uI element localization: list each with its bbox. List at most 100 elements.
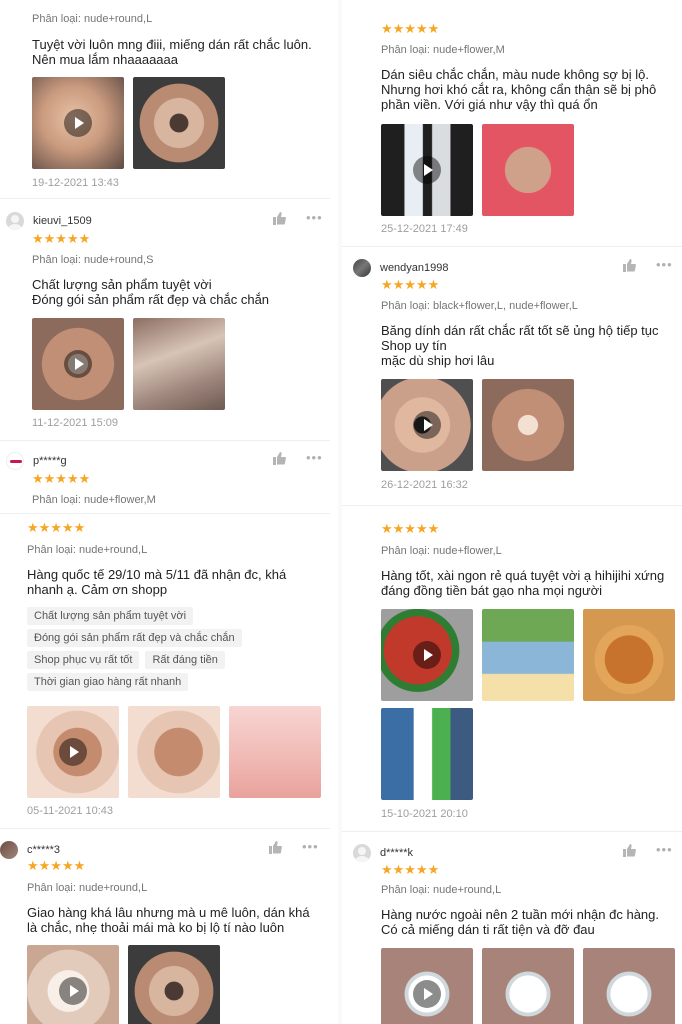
play-icon [64,350,92,378]
review-tag: Thời gian giao hàng rất nhanh [27,673,189,691]
like-icon[interactable] [272,212,286,228]
review-text-line: Shop uy tín [381,338,447,353]
review-media [381,124,574,216]
avatar[interactable] [6,452,24,470]
review-media [27,706,321,798]
username[interactable]: c*****3 [27,844,60,856]
review-separator [0,513,330,514]
play-icon [59,977,87,1005]
review-tags-row: Đóng gói sản phẩm rất đẹp và chắc chắn [27,629,248,647]
variant-label: Phân loại: nude+flower,L [381,545,502,557]
review-text-line: Có cả miếng dán ti rất tiện và đỡ đau [381,922,595,937]
rating-stars: ★★★★★ [27,520,86,535]
review-photo-thumbnail[interactable] [381,708,473,800]
variant-label: Phân loại: nude+round,L [381,884,502,896]
like-icon[interactable] [268,841,282,857]
review-video-thumbnail[interactable] [27,706,119,798]
review-photo-thumbnail[interactable] [133,318,225,410]
more-options-icon[interactable]: ••• [656,257,673,272]
review-photo-thumbnail[interactable] [482,609,574,701]
review-text: Tuyệt vời luôn mng điii, miếng dán rất c… [32,37,312,67]
rating-stars: ★★★★★ [381,277,440,292]
review-text: Hàng tốt, xài ngon rẻ quá tuyệt vời ạ hi… [381,568,664,598]
review-photo-thumbnail[interactable] [583,948,675,1024]
review-separator [342,246,682,247]
review-photo-thumbnail[interactable] [128,945,220,1024]
play-icon [413,411,441,439]
review-video-thumbnail[interactable] [381,124,473,216]
review-media [381,379,574,471]
variant-label: Phân loại: nude+round,L [27,544,148,556]
avatar[interactable] [0,841,18,859]
username[interactable]: p*****g [33,455,67,467]
review-text-line: Nên mua lắm nhaaaaaaa [32,52,178,67]
review-text-line: phần viền. Với giá như vậy thì quá ổn [381,97,598,112]
review-video-thumbnail[interactable] [27,945,119,1024]
more-options-icon[interactable]: ••• [306,210,323,225]
review-tags-row: Thời gian giao hàng rất nhanh [27,673,194,691]
review-photo-thumbnail[interactable] [128,706,220,798]
review-media [32,77,225,169]
review-video-thumbnail[interactable] [32,318,124,410]
username[interactable]: d*****k [380,847,413,859]
review-separator [342,831,682,832]
review-text-line: Chất lượng sản phẩm tuyệt vời [32,277,212,292]
review-header: p*****g [6,452,67,470]
review-separator [342,505,682,506]
review-date: 11-12-2021 15:09 [32,417,119,429]
username[interactable]: kieuvi_1509 [33,215,92,227]
review-photo-thumbnail[interactable] [229,706,321,798]
like-icon[interactable] [622,844,636,860]
review-video-thumbnail[interactable] [381,379,473,471]
review-separator [0,440,330,441]
review-text-line: đáng đồng tiền bát gạo nha mọi người [381,583,603,598]
review-header: kieuvi_1509 [6,212,92,230]
review-text-line: Nhưng hơi khó cắt ra, không cẩn thận sẽ … [381,82,657,97]
review-photo-thumbnail[interactable] [482,124,574,216]
review-tag: Rất đáng tiền [145,651,225,669]
review-text-line: Hàng nước ngoài nên 2 tuần mới nhận đc h… [381,907,659,922]
review-text-line: Hàng quốc tế 29/10 mà 5/11 đã nhận đc, k… [27,567,287,582]
play-icon [64,109,92,137]
review-video-thumbnail[interactable] [381,948,473,1024]
variant-label: Phân loại: nude+round,S [32,254,154,266]
play-icon [59,738,87,766]
review-video-thumbnail[interactable] [32,77,124,169]
variant-label: Phân loại: nude+round,L [27,882,148,894]
review-video-thumbnail[interactable] [381,609,473,701]
more-options-icon[interactable]: ••• [656,842,673,857]
avatar[interactable] [6,212,24,230]
rating-stars: ★★★★★ [32,471,91,486]
rating-stars: ★★★★★ [381,21,440,36]
review-text: Chất lượng sản phẩm tuyệt vời Đóng gói s… [32,277,269,307]
review-date: 15-10-2021 20:10 [381,808,468,820]
review-photo-thumbnail[interactable] [133,77,225,169]
review-text-line: Giao hàng khá lâu nhưng mà u mê luôn, dá… [27,905,310,920]
avatar[interactable] [353,844,371,862]
review-separator [0,828,330,829]
review-text-line: Băng dính dán rất chắc rất tốt sẽ ủng hộ… [381,323,659,338]
play-icon [413,156,441,184]
avatar[interactable] [353,259,371,277]
play-icon [413,641,441,669]
variant-label: Phân loại: black+flower,L, nude+flower,L [381,300,578,312]
review-media [27,945,220,1024]
review-photo-thumbnail[interactable] [482,948,574,1024]
review-photo-thumbnail[interactable] [482,379,574,471]
review-text: Hàng nước ngoài nên 2 tuần mới nhận đc h… [381,907,659,937]
review-text-line: là chắc, nhẹ thoải mái mà ko bị lộ tí nà… [27,920,285,935]
review-media [32,318,225,410]
more-options-icon[interactable]: ••• [306,450,323,465]
rating-stars: ★★★★★ [381,862,440,877]
review-text: Băng dính dán rất chắc rất tốt sẽ ủng hộ… [381,323,659,368]
variant-label: Phân loại: nude+flower,M [32,494,156,506]
review-photo-thumbnail[interactable] [583,609,675,701]
review-date: 05-11-2021 10:43 [27,805,114,817]
like-icon[interactable] [622,259,636,275]
review-text-line: Dán siêu chắc chắn, màu nude không sợ bị… [381,67,649,82]
review-media [381,609,675,701]
username[interactable]: wendyan1998 [380,262,449,274]
more-options-icon[interactable]: ••• [302,839,319,854]
like-icon[interactable] [272,452,286,468]
review-text-line: Hàng tốt, xài ngon rẻ quá tuyệt vời ạ hi… [381,568,665,583]
